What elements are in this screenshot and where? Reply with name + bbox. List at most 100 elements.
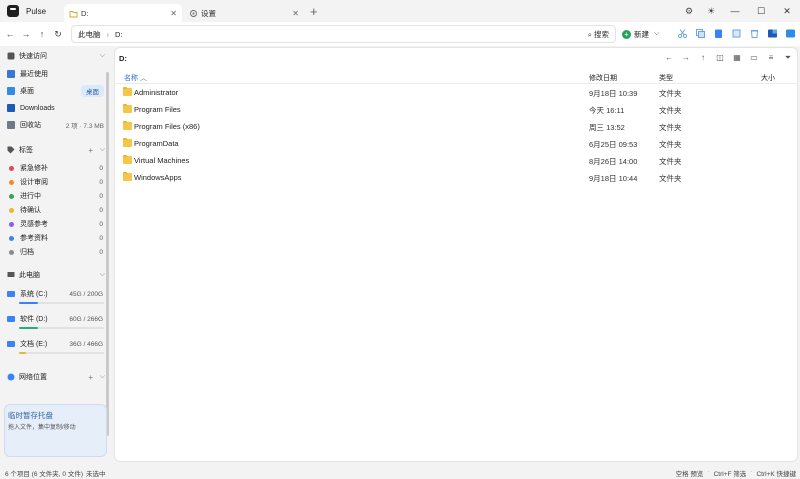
- properties-icon[interactable]: [785, 28, 796, 39]
- minimize-button[interactable]: —: [722, 6, 748, 16]
- breadcrumb-this-pc[interactable]: 此电脑: [78, 29, 101, 40]
- sidebar-item-desktop[interactable]: 桌面 桌面: [7, 84, 104, 98]
- settings-gear-icon[interactable]: ⚙: [678, 6, 700, 17]
- sidebar-item-recycle-bin[interactable]: 回收站 2 项 · 7.3 MB: [7, 118, 104, 132]
- file-list: Administrator 9月18日 10:39 文件夹 Program File…: [115, 84, 797, 186]
- tag-count: 0: [99, 164, 103, 172]
- sidebar-item-label: 桌面: [20, 88, 34, 95]
- quick-access-header[interactable]: 快速访问 ⌵: [7, 50, 107, 62]
- search-button[interactable]: ⌕ 搜索: [588, 29, 609, 40]
- file-type: 文件夹: [659, 123, 682, 132]
- sidebar-scrollbar[interactable]: [106, 72, 109, 436]
- tag-item[interactable]: 待确认 0: [9, 204, 104, 216]
- file-date: 9月18日 10:44: [589, 174, 638, 183]
- tag-item[interactable]: 紧急修补 0: [9, 162, 104, 174]
- sidebar-item-recent[interactable]: 最近使用: [7, 67, 104, 81]
- tag-item[interactable]: 设计审阅 0: [9, 176, 104, 188]
- close-icon[interactable]: ✕: [170, 9, 177, 18]
- drive-usage-fill: [19, 327, 39, 329]
- tag-count: 0: [99, 178, 103, 186]
- staging-tray[interactable]: 临时暂存托盘 拖入文件，集中复制/移动: [4, 404, 107, 457]
- drive-c[interactable]: 系统 (C:) 45G / 200G: [7, 288, 104, 310]
- app-logo: [7, 5, 19, 17]
- tag-label: 紧急修补: [20, 165, 48, 172]
- grid-view-icon[interactable]: ▦: [732, 53, 742, 63]
- file-type: 文件夹: [659, 157, 682, 166]
- back-arrow-icon[interactable]: ←: [2, 29, 18, 39]
- tab-d-drive[interactable]: D: ✕: [64, 4, 182, 22]
- drive-usage-fill: [19, 302, 39, 304]
- column-header: 名称 ︿ 修改日期 类型 大小: [115, 70, 797, 84]
- tab-settings[interactable]: 设置 ✕: [184, 4, 304, 22]
- chevron-down-icon[interactable]: ⌵: [100, 373, 105, 381]
- cut-icon[interactable]: [677, 28, 688, 39]
- forward-arrow-icon[interactable]: →: [18, 29, 34, 39]
- preview-pane-icon[interactable]: ▭: [749, 53, 759, 63]
- forward-arrow-icon[interactable]: →: [681, 53, 691, 63]
- section-title: 快速访问: [19, 53, 47, 60]
- tag-label: 灵感参考: [20, 221, 48, 228]
- maximize-button[interactable]: ☐: [748, 6, 774, 17]
- chevron-down-icon[interactable]: ⌵: [100, 52, 105, 60]
- theme-sun-icon[interactable]: ☀: [700, 6, 722, 17]
- tag-label: 参考资料: [20, 235, 48, 242]
- file-type: 文件夹: [659, 174, 682, 183]
- drive-d[interactable]: 软件 (D:) 60G / 266G: [7, 313, 104, 335]
- table-row[interactable]: ProgramData 6月25日 09:53 文件夹: [115, 135, 797, 152]
- file-date: 8月26日 14:00: [589, 157, 638, 166]
- filter-icon[interactable]: ⏷: [783, 53, 793, 63]
- sidebar-item-downloads[interactable]: Downloads: [7, 101, 104, 115]
- table-row[interactable]: Program Files (x86) 周三 13:52 文件夹: [115, 118, 797, 135]
- delete-icon[interactable]: [749, 28, 760, 39]
- back-arrow-icon[interactable]: ←: [664, 53, 674, 63]
- file-type: 文件夹: [659, 89, 682, 98]
- tag-item[interactable]: 灵感参考 0: [9, 218, 104, 230]
- tag-item[interactable]: 参考资料 0: [9, 232, 104, 244]
- paste-icon[interactable]: [713, 28, 724, 39]
- tag-item[interactable]: 进行中 0: [9, 190, 104, 202]
- column-name[interactable]: 名称 ︿: [124, 73, 147, 83]
- title-bar: Pulse D: ✕ 设置 ✕ + ⚙ ☀ — ☐ ✕: [0, 0, 800, 22]
- file-date: 周三 13:52: [589, 123, 625, 132]
- up-arrow-icon[interactable]: ↑: [698, 53, 708, 63]
- gear-icon: [189, 9, 198, 18]
- close-window-button[interactable]: ✕: [774, 6, 800, 17]
- network-header[interactable]: 网络位置 + ⌵: [7, 371, 107, 383]
- tags-header[interactable]: 标签 + ⌵: [7, 144, 107, 156]
- add-tag-button[interactable]: +: [88, 146, 93, 155]
- chevron-down-icon[interactable]: ⌵: [100, 271, 105, 279]
- rename-icon[interactable]: [731, 28, 742, 39]
- column-date[interactable]: 修改日期: [589, 73, 617, 83]
- current-path: D:: [119, 54, 127, 63]
- tray-subtitle: 拖入文件，集中复制/移动: [8, 425, 76, 431]
- item-count: 6 个项目 (6 文件夹, 0 文件): [5, 471, 84, 478]
- desktop-icon: [7, 87, 15, 95]
- this-pc-header[interactable]: 此电脑 ⌵: [7, 269, 107, 281]
- globe-icon: [7, 373, 15, 381]
- file-name: Program Files: [134, 105, 181, 114]
- refresh-icon[interactable]: ↻: [50, 29, 66, 40]
- new-tab-button[interactable]: +: [310, 5, 318, 18]
- breadcrumb-d-drive[interactable]: D:: [115, 30, 123, 39]
- drive-e[interactable]: 文档 (E:) 36G / 466G: [7, 338, 104, 360]
- chevron-down-icon[interactable]: ⌵: [100, 146, 105, 154]
- address-bar[interactable]: 此电脑 › D: ⌕ 搜索: [71, 25, 616, 43]
- add-network-button[interactable]: +: [88, 373, 93, 382]
- column-size[interactable]: 大小: [761, 73, 775, 83]
- up-arrow-icon[interactable]: ↑: [34, 29, 50, 39]
- table-row[interactable]: Administrator 9月18日 10:39 文件夹: [115, 84, 797, 101]
- list-view-icon[interactable]: ≡: [766, 53, 776, 63]
- pinned-badge: 桌面: [81, 85, 104, 97]
- table-row[interactable]: Virtual Machines 8月26日 14:00 文件夹: [115, 152, 797, 169]
- table-row[interactable]: WindowsApps 9月18日 10:44 文件夹: [115, 169, 797, 186]
- split-view-icon[interactable]: ◫: [715, 53, 725, 63]
- close-icon[interactable]: ✕: [292, 9, 299, 18]
- table-row[interactable]: Program Files 今天 16:11 文件夹: [115, 101, 797, 118]
- new-button[interactable]: + 新建 ⌵: [622, 26, 659, 42]
- app-name: Pulse: [26, 6, 47, 16]
- copy-icon[interactable]: [695, 28, 706, 39]
- share-icon[interactable]: [767, 28, 778, 39]
- column-type[interactable]: 类型: [659, 73, 673, 83]
- tag-item[interactable]: 归档 0: [9, 246, 104, 258]
- file-name: WindowsApps: [134, 173, 182, 182]
